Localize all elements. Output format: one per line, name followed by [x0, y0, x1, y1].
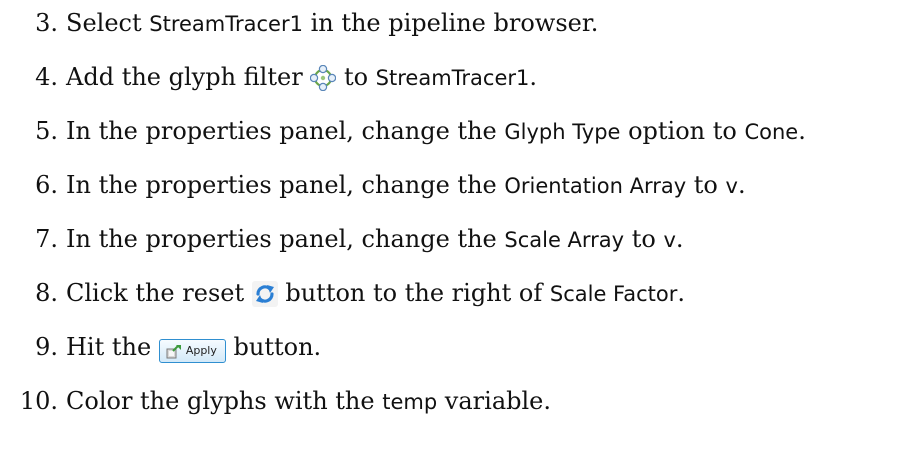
apply-icon — [166, 331, 182, 371]
property-value: v — [663, 228, 676, 252]
step-6: 6. In the properties panel, change the Or… — [0, 165, 746, 205]
step-number: 3. — [35, 9, 58, 37]
step-number: 10. — [19, 387, 58, 415]
step-text: to — [624, 225, 664, 253]
step-text: in the pipeline browser. — [302, 9, 599, 37]
pipeline-object-name: StreamTracer1 — [375, 66, 530, 90]
step-text: Hit the — [66, 333, 159, 361]
step-9: 9. Hit the Apply button. — [0, 327, 321, 367]
glyph-filter-icon — [310, 63, 337, 103]
step-10: 10. Color the glyphs with the temp variab… — [0, 381, 551, 421]
step-text: . — [737, 171, 746, 199]
step-text: button to the right of — [277, 279, 550, 307]
step-text: In the properties panel, change the — [66, 117, 505, 145]
step-text: button. — [225, 333, 322, 361]
step-4: 4. Add the glyph filter to StreamTracer1. — [0, 57, 537, 97]
property-name: Scale Factor — [549, 282, 678, 306]
step-text: to — [686, 171, 726, 199]
step-number: 8. — [35, 279, 58, 307]
property-value: v — [725, 174, 738, 198]
step-text: . — [529, 63, 537, 91]
step-text: Click the reset — [66, 279, 252, 307]
apply-button[interactable]: Apply — [158, 339, 226, 363]
step-number: 9. — [35, 333, 58, 361]
property-name: Scale Array — [504, 228, 625, 252]
step-text: . — [798, 117, 806, 145]
step-number: 4. — [35, 63, 58, 91]
step-number: 6. — [35, 171, 58, 199]
pipeline-object-name: StreamTracer1 — [149, 12, 303, 36]
step-5: 5. In the properties panel, change the Gl… — [0, 111, 806, 151]
step-3: 3. Select StreamTracer1 in the pipeline b… — [0, 3, 598, 43]
step-number: 7. — [35, 225, 58, 253]
step-text: . — [675, 225, 684, 253]
property-name: Glyph Type — [504, 120, 621, 144]
step-8: 8. Click the reset button to the right of… — [0, 273, 685, 313]
step-number: 5. — [35, 117, 58, 145]
step-text: Color the glyphs with the — [66, 387, 383, 415]
step-7: 7. In the properties panel, change the Sc… — [0, 219, 684, 259]
reset-icon[interactable] — [251, 279, 278, 319]
property-value: Cone — [744, 120, 799, 144]
step-text: option to — [620, 117, 745, 145]
step-text: In the properties panel, change the — [66, 171, 505, 199]
step-text: In the properties panel, change the — [66, 225, 505, 253]
property-name: Orientation Array — [504, 174, 687, 198]
variable-name: temp — [382, 390, 438, 414]
step-text: . — [677, 279, 685, 307]
step-text: Add the glyph filter — [66, 63, 311, 91]
step-text: to — [336, 63, 376, 91]
step-text: Select — [66, 9, 150, 37]
step-text: variable. — [437, 387, 551, 415]
apply-button-label: Apply — [185, 344, 217, 357]
